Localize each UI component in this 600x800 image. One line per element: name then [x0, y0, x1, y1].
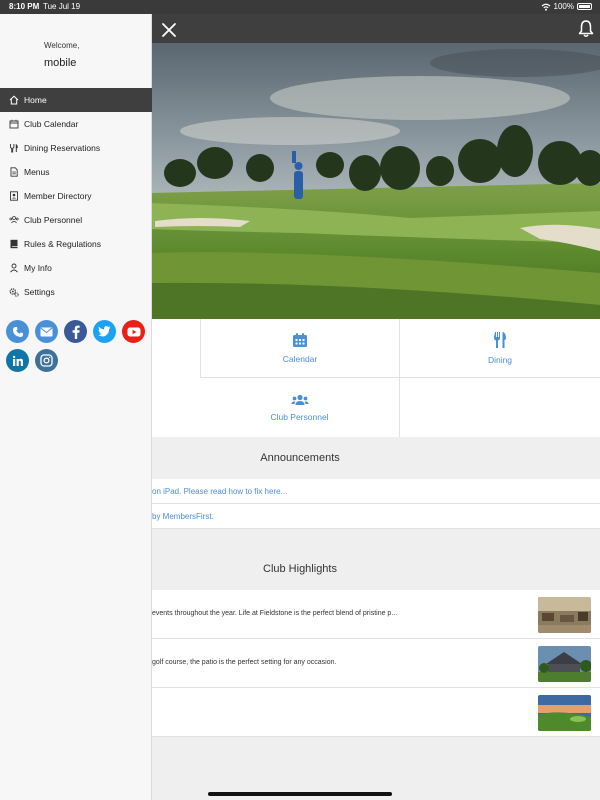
highlight-text: events throughout the year. Life at Fiel… — [152, 610, 398, 617]
side-drawer: Welcome, mobile Home Club Calendar Dinin… — [0, 14, 152, 800]
menu-item-label: My Info — [24, 263, 52, 273]
menu-item-member-directory[interactable]: Member Directory — [0, 184, 152, 208]
status-indicators: 100% — [541, 2, 592, 11]
menu-item-label: Home — [24, 95, 47, 105]
gears-icon — [9, 288, 19, 297]
club-personnel-tile[interactable]: Club Personnel — [200, 378, 400, 437]
status-bar: 8:10 PM Tue Jul 19 100% — [0, 0, 600, 14]
book-icon — [10, 239, 18, 249]
user-icon — [10, 263, 18, 273]
username: mobile — [44, 57, 77, 69]
menu-item-club-calendar[interactable]: Club Calendar — [0, 112, 152, 136]
facebook-icon[interactable] — [64, 320, 87, 343]
menu-item-label: Dining Reservations — [24, 143, 101, 153]
menu-item-label: Menus — [24, 167, 50, 177]
menu-item-label: Club Calendar — [24, 119, 79, 129]
menu-item-label: Settings — [24, 287, 55, 297]
highlight-thumbnail — [538, 695, 591, 731]
dining-tile[interactable]: Dining — [400, 319, 600, 378]
calendar-icon — [293, 333, 307, 347]
battery-percent: 100% — [553, 2, 574, 11]
social-links — [6, 320, 151, 378]
document-icon — [10, 167, 18, 177]
menu-item-rules-regulations[interactable]: Rules & Regulations — [0, 232, 152, 256]
home-icon — [9, 95, 19, 105]
calendar-tile[interactable]: Calendar — [200, 319, 400, 378]
calendar-tile-label: Calendar — [282, 354, 318, 364]
highlight-thumbnail — [538, 646, 591, 682]
phone-icon[interactable] — [6, 320, 29, 343]
menu-item-label: Member Directory — [24, 191, 92, 201]
twitter-icon[interactable] — [93, 320, 116, 343]
email-icon[interactable] — [35, 320, 58, 343]
close-icon[interactable] — [160, 21, 178, 39]
drawer-menu: Home Club Calendar Dining Reservations M… — [0, 88, 152, 304]
highlight-thumbnail — [538, 597, 591, 633]
home-indicator — [208, 792, 392, 796]
users-icon — [291, 394, 308, 405]
highlight-text: golf course, the patio is the perfect se… — [152, 659, 337, 666]
wifi-icon — [541, 3, 550, 11]
users-icon — [9, 216, 19, 224]
utensils-icon — [494, 332, 506, 348]
club-personnel-tile-label: Club Personnel — [270, 411, 329, 422]
dining-tile-label: Dining — [487, 355, 513, 365]
menu-item-club-personnel[interactable]: Club Personnel — [0, 208, 152, 232]
menu-item-label: Club Personnel — [24, 215, 83, 225]
menu-item-menus[interactable]: Menus — [0, 160, 152, 184]
battery-icon — [577, 3, 592, 10]
utensils-icon — [10, 144, 18, 153]
status-date: Tue Jul 19 — [43, 2, 81, 11]
menu-item-my-info[interactable]: My Info — [0, 256, 152, 280]
linkedin-icon[interactable] — [6, 349, 29, 372]
welcome-label: Welcome, — [44, 41, 80, 50]
calendar-icon — [9, 119, 19, 129]
address-book-icon — [10, 191, 18, 201]
menu-item-dining-reservations[interactable]: Dining Reservations — [0, 136, 152, 160]
menu-item-home[interactable]: Home — [0, 88, 152, 112]
bell-icon[interactable] — [577, 19, 595, 38]
status-time: 8:10 PM — [9, 2, 40, 11]
menu-item-label: Rules & Regulations — [24, 239, 102, 249]
youtube-icon[interactable] — [122, 320, 145, 343]
instagram-icon[interactable] — [35, 349, 58, 372]
menu-item-settings[interactable]: Settings — [0, 280, 152, 304]
